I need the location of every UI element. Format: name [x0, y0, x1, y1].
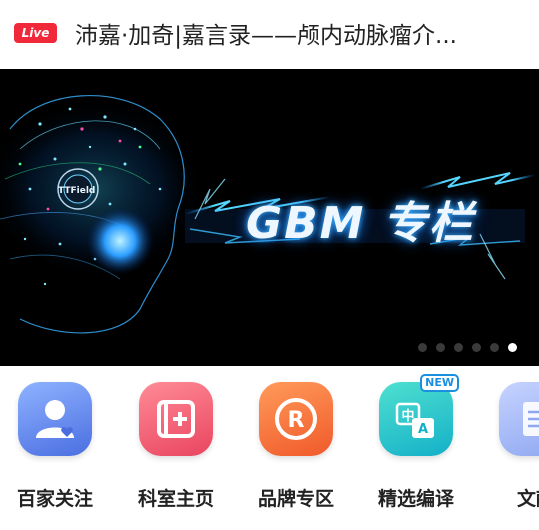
new-badge: NEW — [420, 374, 459, 392]
carousel-dot[interactable] — [418, 343, 427, 352]
banner-title: GBM 专栏 — [246, 198, 475, 249]
shortcut-label: 百家关注 — [16, 488, 93, 510]
carousel-dot[interactable] — [436, 343, 445, 352]
shortcut-label: 科室主页 — [137, 488, 214, 510]
registered-icon: R — [259, 382, 333, 456]
carousel-dot-active[interactable] — [508, 343, 517, 352]
shortcut-label: 文献 — [516, 488, 539, 510]
carousel-dot[interactable] — [454, 343, 463, 352]
live-title[interactable]: 沛嘉·加奇|嘉言录——颅内动脉瘤介... — [75, 16, 505, 50]
translate-icon: 中 A NEW — [379, 374, 459, 456]
shortcut-pinpai-zhuanqu[interactable]: R 品牌专区 — [241, 382, 351, 511]
app-page: Live 沛嘉·加奇|嘉言录——颅内动脉瘤介... TTField GBM 专栏… — [0, 0, 539, 530]
plus-card-icon — [139, 382, 213, 456]
shortcut-jingxuan-bianyi[interactable]: 中 A NEW 精选编译 — [361, 374, 471, 511]
live-badge: Live — [14, 23, 57, 43]
carousel-dot[interactable] — [472, 343, 481, 352]
shortcut-baijia-guanzhu[interactable]: 百家关注 — [0, 382, 110, 511]
hero-banner[interactable]: TTField GBM 专栏 — [0, 69, 539, 366]
svg-text:A: A — [418, 422, 428, 437]
shortcut-row: 百家关注 科室主页 R 品牌专区 中 A NEW 精选编译 文 — [0, 366, 539, 530]
live-banner-bar[interactable]: Live 沛嘉·加奇|嘉言录——颅内动脉瘤介... — [0, 0, 539, 66]
carousel-dot[interactable] — [490, 343, 499, 352]
svg-text:R: R — [288, 408, 305, 433]
carousel-dots[interactable] — [418, 343, 517, 352]
shortcut-label: 精选编译 — [377, 488, 454, 510]
banner-logo-text: TTField — [58, 186, 95, 196]
shortcut-wenxian[interactable]: 文献 — [481, 382, 539, 511]
person-heart-icon — [18, 382, 92, 456]
document-icon — [499, 382, 539, 456]
shortcut-label: 品牌专区 — [257, 488, 334, 510]
shortcut-keshi-zhuye[interactable]: 科室主页 — [121, 382, 231, 511]
